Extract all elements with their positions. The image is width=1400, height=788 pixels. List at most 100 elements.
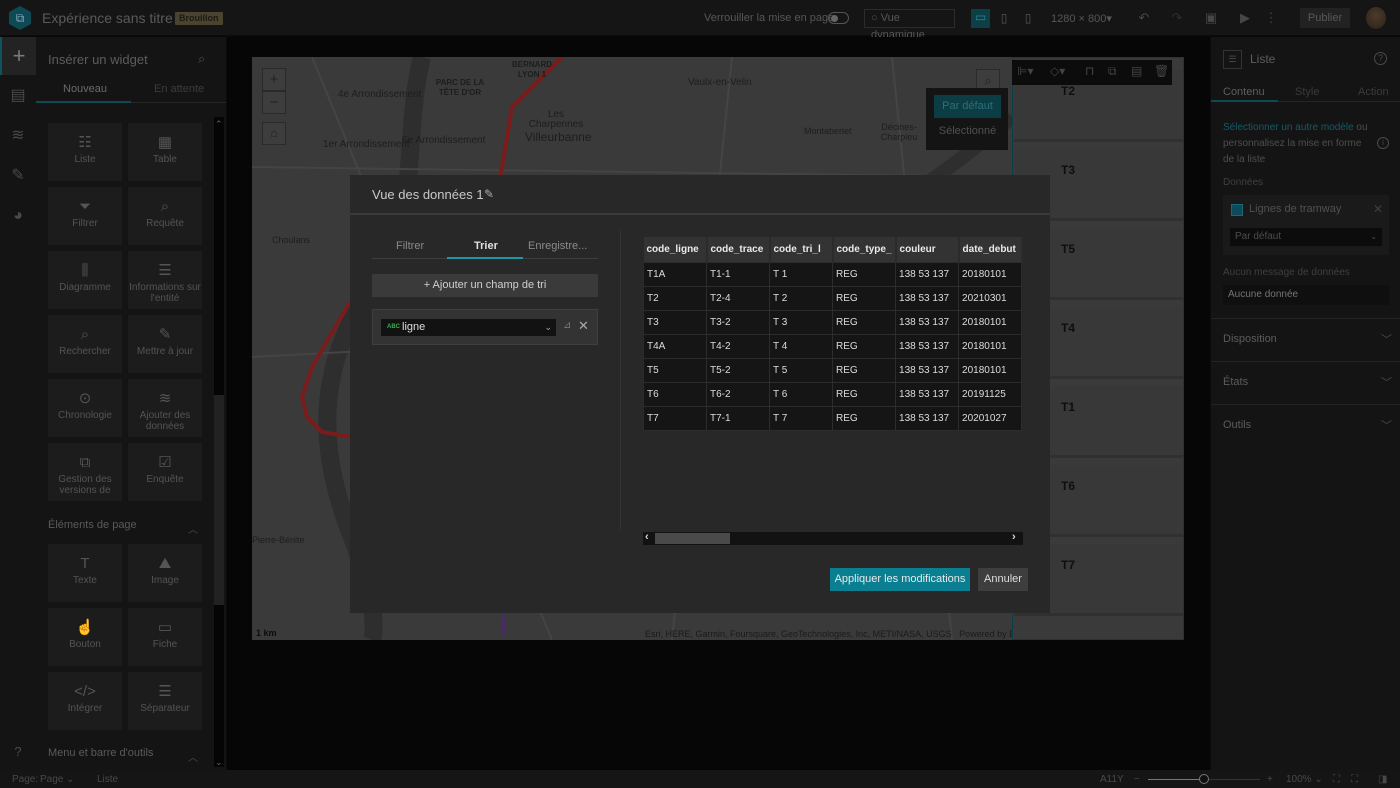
collapse-icon[interactable]: ︿ [188,749,198,764]
collapse-icon[interactable]: ︿ [188,521,198,536]
search-icon[interactable]: ⌕ [198,51,205,67]
zoom-in-icon[interactable]: + [1267,774,1273,785]
duplicate-icon[interactable]: ⧉ [1108,64,1117,79]
redo-icon[interactable]: ↷ [1169,10,1185,26]
widget-card[interactable]: ⧉ Gestion des versions de [48,443,122,501]
tab-save[interactable]: Enregistre... [528,240,587,252]
section-tools[interactable]: Outils ﹀ [1211,404,1400,447]
widget-card[interactable]: T Texte [48,544,122,602]
select-template-link[interactable]: Sélectionner un autre modèle [1223,122,1354,133]
help-icon[interactable]: ? [1374,52,1387,65]
tab-sort[interactable]: Trier [474,240,498,252]
scroll-up-icon[interactable]: ⌃ [215,119,223,130]
table-row[interactable]: T4A T4-2 T 4 REG 138 53 137 20180101 [643,333,1023,359]
table-row[interactable]: T3 T3-2 T 3 REG 138 53 137 20180101 [643,309,1023,335]
tab-action[interactable]: Action [1358,86,1389,98]
tablet-device-icon[interactable]: ▯ [996,10,1012,26]
widget-card[interactable]: ⫼ Diagramme [48,251,122,309]
a11y-button[interactable]: A11Y [1100,774,1124,785]
layers-icon[interactable]: ◇▾ [1050,64,1065,78]
no-data-message-input[interactable] [1223,285,1389,305]
scrollbar-thumb[interactable] [655,533,730,544]
zoom-level-select[interactable]: 100% ⌄ [1286,774,1323,785]
table-row[interactable]: T2 T2-4 T 2 REG 138 53 137 20210301 [643,285,1023,311]
apply-changes-button[interactable]: Appliquer les modifications [830,568,970,591]
more-options-icon[interactable]: ⋮ [1263,10,1279,26]
page-icon[interactable]: ▤ [0,77,36,115]
scrollbar-thumb[interactable] [214,395,224,605]
widget-card[interactable]: ☰ Informations sur l'entité [128,251,202,309]
dynamic-view-button[interactable]: ○ Vue dynamique [864,9,955,41]
home-button[interactable]: ⌂ [262,122,286,145]
widget-card[interactable]: ▭ Fiche [128,608,202,666]
page-select[interactable]: Page ⌄ [40,774,75,785]
tab-pending[interactable]: En attente [154,83,204,95]
toggle-panel-icon[interactable]: ◨ [1378,774,1387,785]
column-header[interactable]: code_tri_l [769,237,834,262]
delete-icon[interactable]: 🗑 [1154,64,1169,78]
zoom-out-icon[interactable]: − [1134,774,1140,785]
close-icon[interactable]: ✕ [578,318,589,334]
widget-card[interactable]: ▦ Table [128,123,202,181]
widget-card[interactable]: ⊙ Chronologie [48,379,122,437]
user-avatar[interactable] [1366,7,1386,29]
sort-order-icon[interactable]: ⊿ [563,320,571,331]
selection-breadcrumb[interactable]: Liste [97,774,118,785]
app-title[interactable]: Expérience sans titre 1 [42,10,184,26]
save-template-icon[interactable]: ▤ [1131,64,1142,78]
widget-card[interactable]: ☝ Bouton [48,608,122,666]
section-layout[interactable]: Disposition ﹀ [1211,318,1400,361]
fit-height-icon[interactable]: ⛶ [1351,774,1358,785]
fit-width-icon[interactable]: ⛶ [1333,774,1340,785]
lock-layout-toggle[interactable] [828,12,849,24]
zoom-out-button[interactable]: − [262,91,286,114]
section-states[interactable]: États ﹀ [1211,361,1400,404]
phone-device-icon[interactable]: ▯ [1020,10,1036,26]
unlock-icon[interactable]: ⊓ [1085,64,1094,78]
zoom-slider-handle[interactable] [1199,774,1209,784]
widget-card[interactable]: ☰ Séparateur [128,672,202,730]
insert-widget-icon[interactable]: + [0,37,36,75]
widget-card[interactable]: ☷ Liste [48,123,122,181]
table-horizontal-scrollbar[interactable]: ‹ › [643,531,1023,545]
undo-icon[interactable]: ↶ [1136,10,1152,26]
widget-card[interactable]: ✎ Mettre à jour [128,315,202,373]
table-row[interactable]: T1A T1-1 T 1 REG 138 53 137 20180101 [643,261,1023,287]
widget-card[interactable]: ⛰ Image [128,544,202,602]
app-logo-icon[interactable]: ⧉ [9,6,31,30]
tab-style[interactable]: Style [1295,86,1319,98]
scroll-left-icon[interactable]: ‹ [645,531,649,543]
widget-card[interactable]: </> Intégrer [48,672,122,730]
help-icon[interactable]: ? [0,733,36,771]
align-icon[interactable]: ⊫▾ [1017,64,1033,78]
sort-field-select[interactable]: ABC ligne ⌄ [381,319,556,336]
preview-icon[interactable]: ▶ [1237,10,1253,26]
table-row[interactable]: T5 T5-2 T 5 REG 138 53 137 20180101 [643,357,1023,383]
data-view-select[interactable]: Par défaut ⌄ [1230,228,1382,246]
view-option-selected[interactable]: Sélectionné [934,120,1001,143]
publish-button[interactable]: Publier [1300,8,1350,28]
view-option-default[interactable]: Par défaut [934,95,1001,118]
widget-card[interactable]: ⏷ Filtrer [48,187,122,245]
scroll-right-icon[interactable]: › [1012,531,1016,543]
widget-card[interactable]: ☑ Enquête [128,443,202,501]
scroll-down-icon[interactable]: ⌄ [215,757,223,768]
column-header[interactable]: code_ligne [643,237,708,262]
info-icon[interactable]: i [1377,137,1389,149]
wrench-icon[interactable]: ✎ [0,157,36,195]
data-icon[interactable]: ≋ [0,117,36,155]
column-header[interactable]: couleur [895,237,960,262]
table-row[interactable]: T7 T7-1 T 7 REG 138 53 137 20201027 [643,405,1023,431]
tab-content[interactable]: Contenu [1223,86,1265,98]
save-icon[interactable]: ▣ [1203,10,1219,26]
zoom-in-button[interactable]: + [262,68,286,91]
column-header[interactable]: date_debut [958,237,1023,262]
theme-palette-icon[interactable]: ◕ [0,197,36,235]
add-sort-field-button[interactable]: + Ajouter un champ de tri [372,274,598,297]
cancel-button[interactable]: Annuler [978,568,1028,591]
widget-card[interactable]: ≋ Ajouter des données [128,379,202,437]
widget-card[interactable]: ⌕ Requête [128,187,202,245]
column-header[interactable]: code_trace [706,237,771,262]
desktop-device-icon[interactable]: ▭ [971,9,990,28]
column-header[interactable]: code_type_ [832,237,897,262]
